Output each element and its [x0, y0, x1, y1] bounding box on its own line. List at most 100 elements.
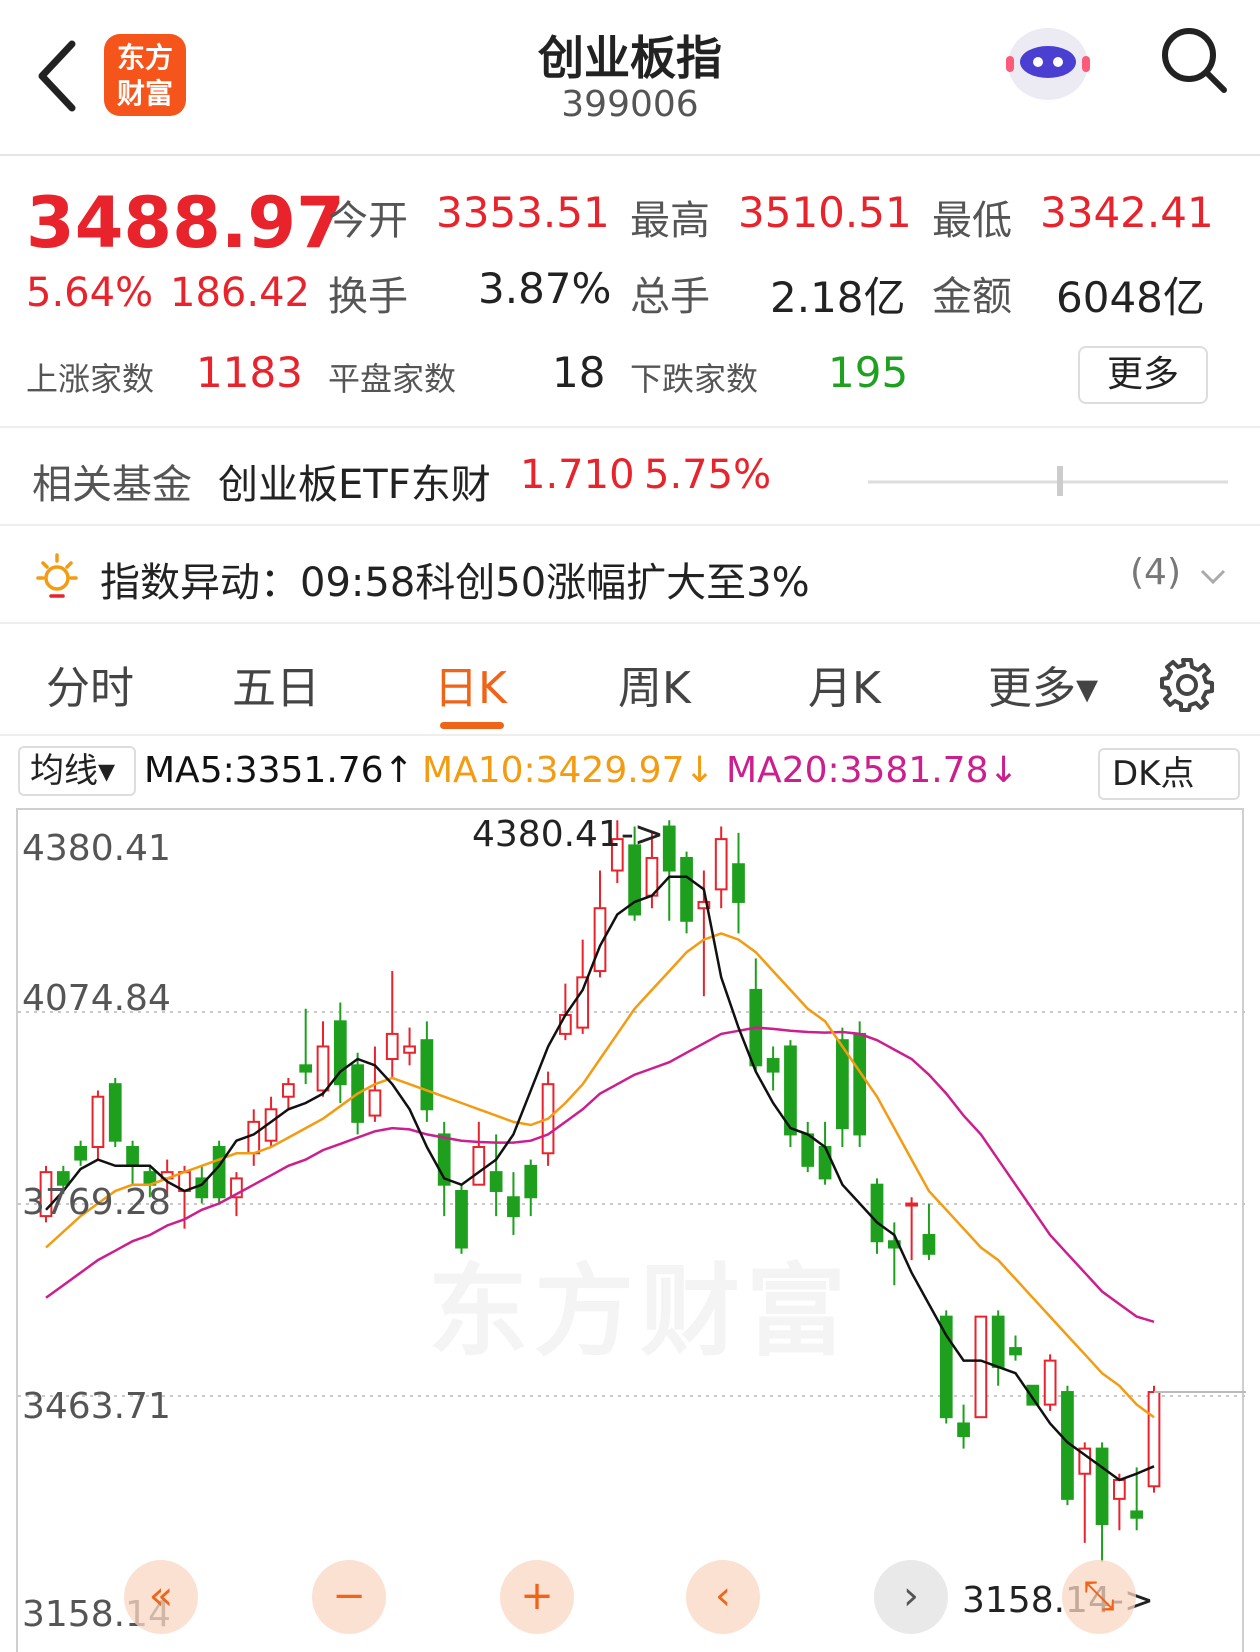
tab-intraday[interactable]: 分时	[46, 652, 134, 716]
candle-down	[1130, 1510, 1144, 1519]
dk-point-button[interactable]: DK点	[1098, 748, 1240, 800]
candle-down	[489, 1171, 503, 1192]
amount-label: 金额	[932, 274, 1012, 320]
volume-label: 总手	[630, 274, 710, 320]
ma20-value: MA20:3581.78↓	[726, 750, 1019, 791]
candle-down	[922, 1233, 936, 1255]
high-value: 3510.51	[738, 188, 912, 237]
candle-down	[524, 1164, 538, 1199]
turnover-label: 换手	[328, 274, 408, 320]
candle-up	[714, 838, 728, 891]
up-count: 1183	[196, 348, 303, 397]
y-tick-label: 3463.71	[22, 1386, 171, 1427]
candle-up	[905, 1202, 918, 1207]
candle-up	[403, 1045, 416, 1054]
candle-up	[974, 1315, 988, 1419]
more-quote-button[interactable]: 更多	[1078, 346, 1208, 404]
chevron-down-icon[interactable]	[1198, 566, 1228, 588]
candle-down	[939, 1315, 953, 1419]
alert-count: (4)	[1130, 552, 1181, 593]
candle-up	[1113, 1479, 1126, 1500]
tab-monthly-k[interactable]: 月K	[808, 652, 881, 716]
ma-type-select[interactable]: 均线▾	[18, 746, 136, 796]
flat-count-label: 平盘家数	[328, 360, 457, 398]
candle-up	[1043, 1359, 1057, 1406]
candle-up	[1147, 1391, 1161, 1488]
candle-up	[316, 1045, 330, 1092]
tab-weekly-k[interactable]: 周K	[618, 652, 691, 716]
candle-down	[126, 1145, 139, 1167]
kline-chart[interactable]: 东方财富 4380.41 4074.84 3769.28 3463.71 315…	[16, 808, 1246, 1652]
candle-up	[576, 976, 590, 1029]
candle-up	[91, 1095, 105, 1148]
last-price: 3488.97	[26, 182, 345, 264]
candle-down	[991, 1315, 1005, 1368]
candle-down	[74, 1145, 87, 1161]
robot-assistant-icon[interactable]	[1000, 20, 1096, 106]
candle-down	[732, 863, 745, 903]
ma5-value: MA5:3351.76↑	[144, 750, 414, 791]
candle-down	[662, 825, 676, 872]
fund-name: 创业板ETF东财	[218, 462, 491, 508]
scroll-to-start-button[interactable]: «	[124, 1560, 198, 1634]
zoom-in-button[interactable]: +	[500, 1560, 574, 1634]
candle-up	[385, 1032, 399, 1061]
open-label: 今开	[328, 198, 408, 244]
candle-down	[818, 1145, 832, 1180]
gear-icon[interactable]	[1158, 656, 1216, 714]
related-fund-row[interactable]: 相关基金 创业板ETF东财 1.710 5.75%	[0, 430, 1260, 526]
candle-down	[870, 1183, 884, 1243]
fund-sparkline	[868, 466, 1228, 496]
down-count: 195	[828, 348, 909, 397]
y-tick-label: 4380.41	[22, 828, 171, 869]
low-value: 3342.41	[1040, 188, 1214, 237]
top-bar: 东方 财富 创业板指 399006	[0, 0, 1260, 156]
active-tab-indicator	[440, 722, 504, 729]
lightbulb-sun-icon	[36, 553, 78, 598]
down-count-label: 下跌家数	[630, 360, 759, 398]
ma10-value: MA10:3429.97↓	[422, 750, 715, 791]
candle-down	[801, 1133, 815, 1167]
period-tabs: 分时 五日 日K 周K 月K 更多▾	[0, 626, 1260, 736]
candle-up	[282, 1083, 295, 1098]
candle-down	[766, 1058, 780, 1073]
candle-up	[247, 1120, 261, 1155]
candle-down	[853, 1032, 867, 1136]
y-tick-label: 3769.28	[22, 1182, 171, 1223]
tab-more[interactable]: 更多▾	[988, 652, 1098, 716]
candle-down	[1009, 1347, 1022, 1356]
fund-price: 1.710	[520, 452, 635, 498]
candle-down	[299, 1064, 313, 1073]
change-percent: 5.64%	[26, 270, 154, 316]
flat-count: 18	[552, 348, 606, 397]
volume-value: 2.18亿	[770, 273, 906, 322]
low-label: 最低	[932, 198, 1012, 244]
quote-panel: 3488.97 5.64% 186.42 今开 3353.51 最高 3510.…	[0, 158, 1260, 428]
ma-legend-bar: 均线▾ MA5:3351.76↑ MA10:3429.97↓ MA20:3581…	[0, 740, 1260, 804]
candle-down	[108, 1083, 122, 1142]
scroll-left-button[interactable]: ‹	[686, 1560, 760, 1634]
candle-down	[507, 1196, 520, 1218]
amount-value: 6048亿	[1056, 273, 1205, 322]
alert-content: 09:58科创50涨幅扩大至3%	[300, 560, 810, 606]
search-icon[interactable]	[1158, 24, 1230, 96]
fund-label: 相关基金	[32, 462, 192, 508]
tab-daily-k[interactable]: 日K	[434, 652, 507, 716]
alert-message: 指数异动：09:58科创50涨幅扩大至3%	[100, 550, 810, 608]
fullscreen-button[interactable]: ⤡	[1062, 1560, 1136, 1634]
candle-down	[212, 1145, 226, 1199]
up-count-label: 上涨家数	[26, 360, 155, 398]
candle-down	[420, 1039, 434, 1111]
fund-change: 5.75%	[644, 452, 772, 498]
scroll-right-button[interactable]: ›	[874, 1560, 948, 1634]
candle-up	[472, 1145, 486, 1186]
candle-down	[1095, 1447, 1109, 1525]
watermark: 东方财富	[428, 1230, 852, 1375]
candle-up	[368, 1089, 382, 1117]
change-amount: 186.42	[170, 270, 310, 316]
zoom-out-button[interactable]: −	[312, 1560, 386, 1634]
tab-five-day[interactable]: 五日	[232, 652, 320, 716]
index-alert-row[interactable]: 指数异动：09:58科创50涨幅扩大至3% (4)	[0, 528, 1260, 624]
y-tick-label: 4074.84	[22, 978, 171, 1019]
candle-down	[680, 856, 693, 922]
